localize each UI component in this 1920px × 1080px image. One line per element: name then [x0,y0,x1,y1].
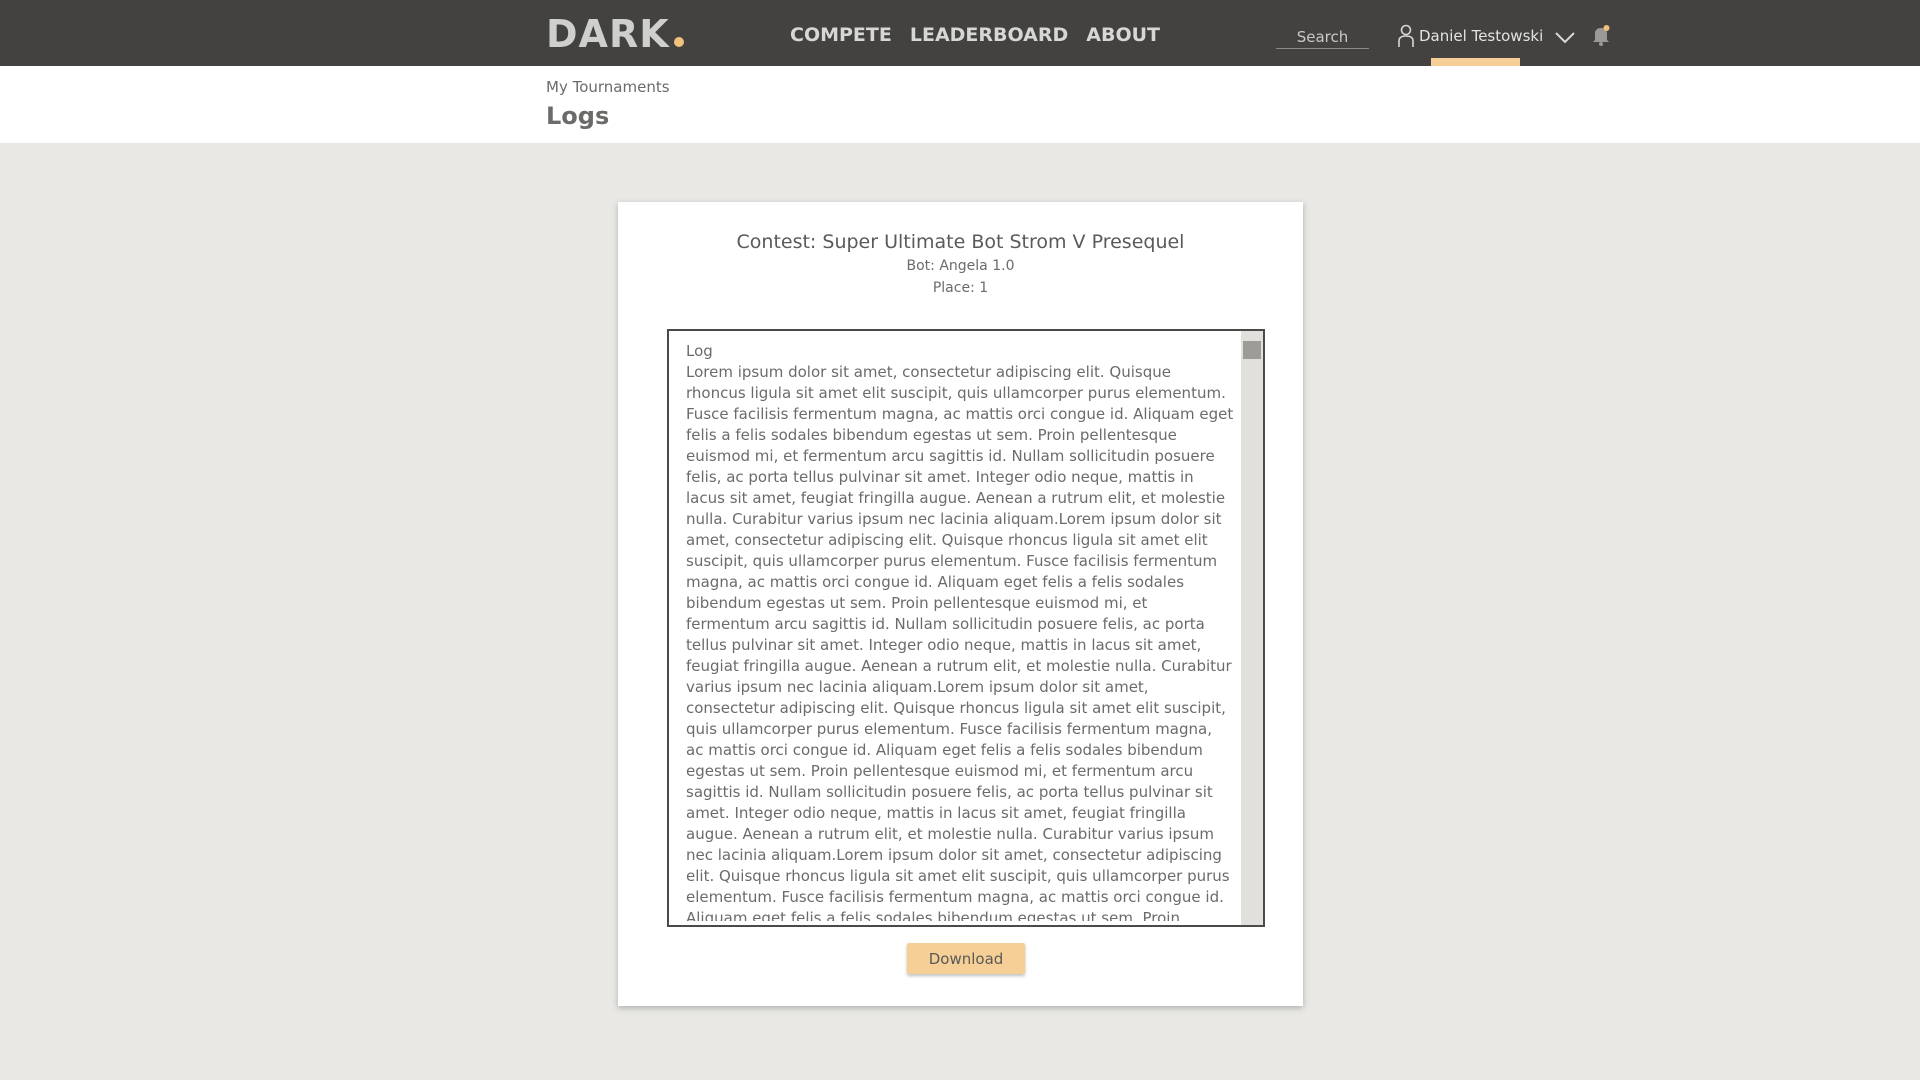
search-input[interactable] [1276,26,1369,48]
nav-link-compete[interactable]: COMPETE [790,22,892,48]
page-title: Logs [546,102,610,130]
bell-icon[interactable] [1591,24,1611,46]
breadcrumb[interactable]: My Tournaments [546,77,670,97]
log-text: Lorem ipsum dolor sit amet, consectetur … [686,363,1234,921]
page-header: My Tournaments Logs [0,66,1920,143]
contest-title: Contest: Super Ultimate Bot Strom V Pres… [736,231,1185,253]
log-label: Log [686,342,713,360]
log-card: Contest: Super Ultimate Bot Strom V Pres… [618,202,1303,1006]
search-field [1276,26,1369,49]
log-scrollbar-thumb[interactable] [1243,341,1261,359]
contest-bot: Bot: Angela 1.0 [906,258,1015,274]
main-nav: COMPETE LEADERBOARD ABOUT [790,22,1160,48]
log-scrollbar[interactable] [1241,331,1263,925]
nav-link-leaderboard[interactable]: LEADERBOARD [910,22,1068,48]
user-active-indicator [1431,58,1520,66]
chevron-down-icon[interactable] [1554,28,1576,46]
logo-dot-icon [673,37,684,47]
nav-link-about[interactable]: ABOUT [1086,22,1160,48]
top-navigation-bar: DARK COMPETE LEADERBOARD ABOUT Daniel Te… [0,0,1920,66]
user-menu[interactable]: Daniel Testowski [1397,24,1543,48]
user-name: Daniel Testowski [1419,27,1544,45]
contest-place: Place: 1 [932,280,989,296]
log-content: Log Lorem ipsum dolor sit amet, consecte… [686,341,1234,921]
brand-name: DARK [546,12,670,56]
brand-logo[interactable]: DARK [546,12,684,56]
user-icon [1397,24,1415,48]
log-viewer[interactable]: Log Lorem ipsum dolor sit amet, consecte… [667,329,1265,927]
download-button[interactable]: Download [907,943,1025,974]
